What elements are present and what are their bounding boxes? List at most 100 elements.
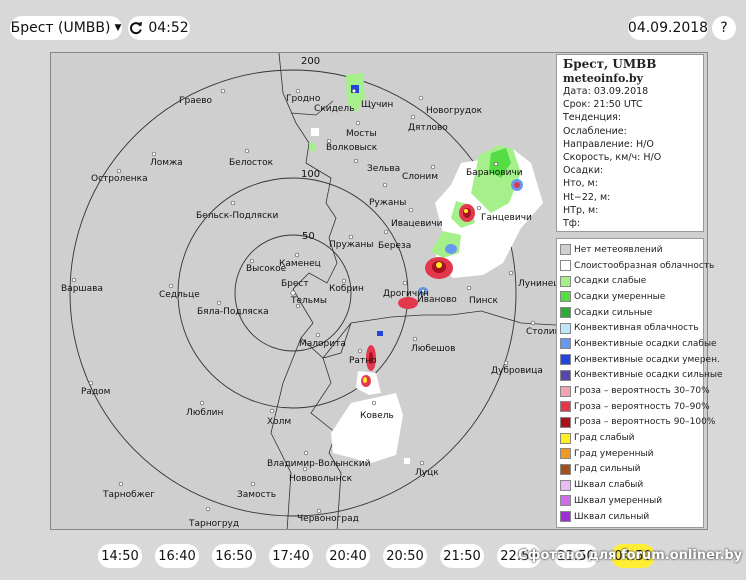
legend-label: Шквал умеренный xyxy=(574,495,663,506)
legend-item: Конвективная облачность xyxy=(560,320,703,336)
legend-item: Гроза – вероятность 30–70% xyxy=(560,383,710,399)
legend-label: Град слабый xyxy=(574,433,635,444)
legend-swatch xyxy=(560,322,571,334)
info-line: Направление: Н/О xyxy=(563,138,654,150)
legend-item: Конвективные осадки слабые xyxy=(560,336,717,352)
info-line: Дата: 03.09.2018 xyxy=(563,86,649,97)
legend-label: Шквал сильный xyxy=(574,511,650,522)
city-label: Пружаны xyxy=(329,240,373,250)
info-line: HТр, м: xyxy=(563,204,599,216)
info-site: meteoinfo.by xyxy=(563,72,644,85)
help-button[interactable]: ? xyxy=(712,16,736,40)
timeline-button-2150[interactable]: 21:50 xyxy=(440,544,484,568)
legend-label: Конвективные осадки слабые xyxy=(574,338,717,349)
city-label: Скидель xyxy=(314,104,354,114)
legend-label: Шквал слабый xyxy=(574,480,644,491)
city-label: Кобрин xyxy=(329,284,364,294)
city-label: Червоноград xyxy=(297,514,359,524)
station-selector[interactable]: Брест (UMBB) ▼ xyxy=(10,16,122,40)
legend-item: Осадки умеренные xyxy=(560,289,703,305)
city-label: Тарнобжег xyxy=(102,490,155,500)
city-label: Зельва xyxy=(367,164,400,174)
city-label: Гродно xyxy=(286,94,321,104)
legend-label: Осадки сильные xyxy=(574,307,653,318)
timeline-button-1450[interactable]: 14:50 xyxy=(98,544,142,568)
timeline-button-1740[interactable]: 17:40 xyxy=(269,544,313,568)
legend-item: Гроза – вероятность 70–90% xyxy=(560,399,710,415)
legend-label: Конвективная облачность xyxy=(574,323,699,334)
city-label: Лунинец xyxy=(518,279,559,289)
city-label: Белосток xyxy=(229,158,274,168)
legend-label: Гроза – вероятность 70–90% xyxy=(574,401,710,412)
ring-label-100: 100 xyxy=(301,169,320,180)
city-label: Щучин xyxy=(361,100,393,110)
legend-label: Гроза – вероятность 30–70% xyxy=(574,386,710,397)
date-button[interactable]: 04.09.2018 xyxy=(628,16,708,40)
info-line: Скорость, км/ч: Н/О xyxy=(563,152,662,164)
city-label: Радом xyxy=(81,387,110,397)
legend-label: Слоистообразная облачность xyxy=(574,260,715,271)
legend-item: Шквал умеренный xyxy=(560,493,703,509)
legend-swatch xyxy=(560,244,571,256)
timeline-button-2050[interactable]: 20:50 xyxy=(383,544,427,568)
info-line: Тенденция: xyxy=(563,112,622,124)
timeline-button-2040[interactable]: 20:40 xyxy=(326,544,370,568)
info-line: Hто, м: xyxy=(563,178,598,190)
city-label: Бельск-Подляски xyxy=(196,211,278,221)
legend-swatch xyxy=(560,463,571,475)
legend-swatch xyxy=(560,401,571,413)
legend-label: Нет метеоявлений xyxy=(574,244,663,255)
legend-item: Слоистообразная облачность xyxy=(560,258,714,274)
legend-panel: Нет метеоявлений Слоистообразная облачнос… xyxy=(556,238,723,528)
legend-swatch xyxy=(560,354,571,366)
ring-label-200: 200 xyxy=(301,56,320,67)
city-label: Варшава xyxy=(61,284,103,294)
legend-label: Конвективные осадки сильные xyxy=(574,370,723,381)
legend-swatch xyxy=(560,385,571,397)
legend-label: Осадки слабые xyxy=(574,276,647,287)
legend-swatch xyxy=(560,495,571,507)
legend-swatch xyxy=(560,291,571,303)
timeline-button-1640[interactable]: 16:40 xyxy=(155,544,199,568)
info-line: Осадки: xyxy=(563,165,604,177)
city-label: Ивацевичи xyxy=(391,219,443,229)
city-label: Пинск xyxy=(469,296,498,306)
legend-swatch xyxy=(560,275,571,287)
legend-swatch xyxy=(560,448,571,460)
refresh-icon xyxy=(130,22,143,35)
city-label: Граево xyxy=(179,96,213,106)
city-label: Волковыск xyxy=(326,143,378,153)
station-label: Брест (UMBB) xyxy=(10,20,111,36)
city-label: Бяла-Подляска xyxy=(197,307,269,317)
city-label: Малорита xyxy=(299,339,346,349)
legend-swatch xyxy=(560,479,571,491)
city-label: Новогрудок xyxy=(426,106,483,116)
city-label: Луцк xyxy=(415,468,439,478)
city-label: Ратно xyxy=(349,356,377,366)
city-label: Седльце xyxy=(159,290,200,300)
legend-item: Град сильный xyxy=(560,462,703,478)
legend-label: Гроза – вероятность 90–100% xyxy=(574,417,716,428)
city-label: Дятлово xyxy=(408,123,448,133)
city-label: Тарногруд xyxy=(188,519,239,529)
city-label: Холм xyxy=(267,417,291,427)
legend-swatch xyxy=(560,511,571,523)
ring-label-50: 50 xyxy=(302,231,315,242)
legend-label: Град сильный xyxy=(574,464,641,475)
legend-item: Шквал сильный xyxy=(560,509,703,525)
legend-swatch xyxy=(560,416,571,428)
legend-label: Конвективные осадки умерен. xyxy=(574,354,720,365)
city-label: Ковель xyxy=(360,411,394,421)
legend-item: Конвективные осадки сильные xyxy=(560,368,723,384)
city-label: Нововолынск xyxy=(289,474,353,484)
city-label: Замость xyxy=(237,490,276,500)
refresh-button[interactable]: 04:52 xyxy=(128,16,190,40)
city-label: Слоним xyxy=(402,172,438,182)
legend-item: Нет метеоявлений xyxy=(560,242,703,258)
info-title: Брест, UMBB xyxy=(563,57,657,71)
city-label: Барановичи xyxy=(466,168,523,178)
timeline-button-1650[interactable]: 16:50 xyxy=(212,544,256,568)
city-label: Береза xyxy=(378,241,411,251)
legend-swatch xyxy=(560,338,571,350)
city-label: Каменец xyxy=(279,259,321,269)
